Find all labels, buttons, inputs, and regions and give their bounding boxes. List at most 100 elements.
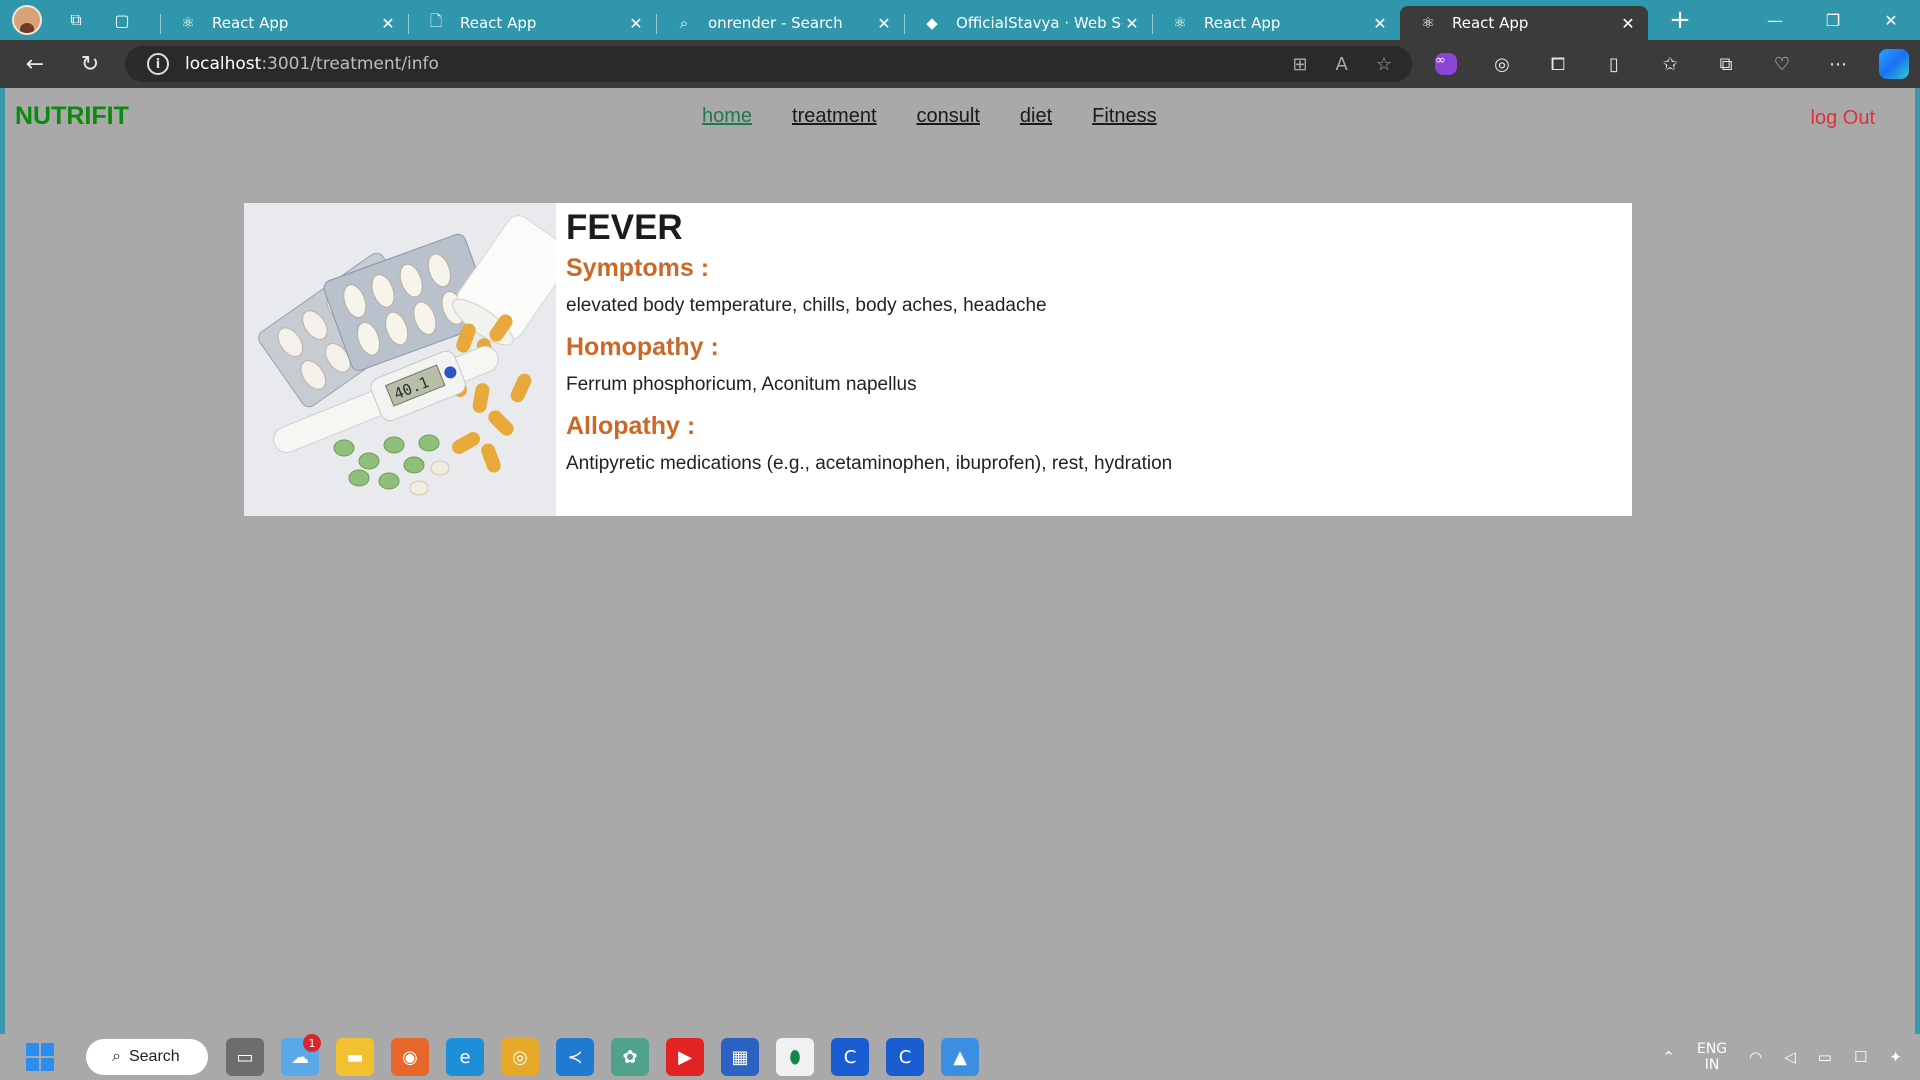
app-c-icon[interactable]: C — [831, 1038, 869, 1076]
taskbar-search-label: Search — [128, 1048, 180, 1065]
treatment-card: 40.1 FEVER Symptoms : elevated body temp… — [244, 203, 1632, 516]
task-view-icon[interactable]: ▭ — [226, 1038, 264, 1076]
browser-tab[interactable]: ⌕ onrender - Search ✕ — [656, 6, 904, 40]
browser-tab[interactable]: ◆ OfficialStavya · Web Serv✕ — [904, 6, 1152, 40]
browser-tab[interactable]: 🗋 React App ✕ — [408, 6, 656, 40]
minimize-icon[interactable]: — — [1746, 0, 1804, 40]
collections-icon[interactable]: ⧉ — [1710, 48, 1742, 80]
homeopathy-heading: Homopathy : — [566, 333, 719, 361]
favorite-star-icon[interactable]: ☆ — [1376, 54, 1392, 75]
favorites-icon[interactable]: ✩ — [1654, 48, 1686, 80]
react-icon: ⚛ — [181, 14, 195, 32]
windows-taskbar: ⌕ Search ▭ ☁ 1 ▬ ◉ e ◎ ≺ ✿ ▶ ▦ ⬮ C C ▲ ⌃ E… — [0, 1034, 1920, 1080]
site-info-icon[interactable]: i — [147, 53, 169, 75]
browser-tab-active[interactable]: ⚛ React App ✕ — [1400, 6, 1648, 40]
file-explorer-icon[interactable]: ▬ — [336, 1038, 374, 1076]
close-icon[interactable]: ✕ — [626, 14, 646, 33]
taskbar-search[interactable]: ⌕ Search — [86, 1039, 208, 1075]
page-icon: 🗋 — [429, 11, 443, 30]
extension-purple-icon[interactable]: ∞ — [1430, 48, 1462, 80]
browser-essentials-icon[interactable]: ♡ — [1766, 48, 1798, 80]
mongodb-icon[interactable]: ⬮ — [776, 1038, 814, 1076]
notification-icon[interactable]: ☐ — [1854, 1048, 1867, 1066]
tab-separator — [160, 14, 161, 34]
tab-title: React App — [1204, 14, 1281, 32]
start-tile — [41, 1058, 54, 1071]
chatgpt-icon[interactable]: ✿ — [611, 1038, 649, 1076]
refresh-icon[interactable]: ↻ — [70, 44, 110, 84]
copilot-logo-icon — [1879, 49, 1909, 79]
logout-link[interactable]: log Out — [1811, 107, 1875, 130]
browser-tab[interactable]: ⚛ React App ✕ — [160, 6, 408, 40]
address-bar-actions: ⊞ A ☆ — [1292, 54, 1392, 75]
chrome-icon[interactable]: ◎ — [501, 1038, 539, 1076]
chevron-up-icon[interactable]: ⌃ — [1662, 1048, 1675, 1066]
medicine-image: 40.1 — [244, 203, 556, 516]
tab-separator — [656, 14, 657, 34]
app-available-icon[interactable]: ⊞ — [1292, 54, 1307, 75]
allopathy-heading: Allopathy : — [566, 412, 696, 440]
more-options-icon[interactable]: ⋯ — [1822, 48, 1854, 80]
nav-diet[interactable]: diet — [1020, 105, 1052, 128]
extensions-icon[interactable]: ⧠ — [1542, 48, 1574, 80]
nav-consult[interactable]: consult — [917, 105, 980, 128]
weather-icon[interactable]: ☁ 1 — [281, 1034, 321, 1076]
close-icon[interactable]: ✕ — [1618, 14, 1638, 33]
back-icon[interactable]: ← — [15, 44, 55, 84]
address-bar[interactable]: i localhost:3001/treatment/info ⊞ A ☆ — [125, 46, 1412, 82]
language-indicator[interactable]: ENG IN — [1697, 1041, 1727, 1073]
react-icon: ⚛ — [1173, 14, 1187, 32]
app-c2-icon[interactable]: C — [886, 1038, 924, 1076]
battery-icon[interactable]: ▭ — [1818, 1048, 1832, 1066]
youtube-icon[interactable]: ▶ — [666, 1038, 704, 1076]
copilot-taskbar-icon[interactable]: ✦ — [1889, 1048, 1902, 1066]
lang-top: ENG — [1696, 1041, 1728, 1057]
photos-icon[interactable]: ▲ — [941, 1038, 979, 1076]
volume-icon[interactable]: ◁ — [1784, 1048, 1796, 1066]
split-screen-icon[interactable]: ▯ — [1598, 48, 1630, 80]
workspaces-icon[interactable]: ⧉ — [64, 8, 88, 32]
render-icon: ◆ — [926, 14, 938, 32]
restore-icon[interactable]: ❐ — [1804, 0, 1862, 40]
tab-bar-left: ⧉ ▢ — [0, 0, 160, 40]
nav-treatment[interactable]: treatment — [792, 105, 876, 128]
system-tray: ⌃ ENG IN ◠ ◁ ▭ ☐ ✦ — [1662, 1034, 1902, 1080]
start-tile — [26, 1043, 39, 1056]
copilot-icon[interactable] — [1878, 48, 1910, 80]
start-icon[interactable] — [26, 1043, 54, 1071]
firefox-icon[interactable]: ◉ — [391, 1038, 429, 1076]
new-tab-button[interactable]: + — [1660, 5, 1700, 35]
target-icon[interactable]: ◎ — [1486, 48, 1518, 80]
wifi-icon[interactable]: ◠ — [1749, 1048, 1762, 1066]
close-icon[interactable]: ✕ — [874, 14, 894, 33]
symptoms-text: elevated body temperature, chills, body … — [566, 295, 1047, 316]
edge-icon[interactable]: e — [446, 1038, 484, 1076]
react-icon: ⚛ — [1421, 14, 1435, 32]
close-icon[interactable]: ✕ — [378, 14, 398, 33]
tab-separator — [408, 14, 409, 34]
browser-tools: ∞ ◎ ⧠ ▯ ✩ ⧉ ♡ ⋯ — [1430, 48, 1910, 80]
tab-separator — [904, 14, 905, 34]
browser-toolbar: ← ↻ i localhost:3001/treatment/info ⊞ A … — [0, 40, 1920, 88]
browser-tab[interactable]: ⚛ React App ✕ — [1152, 6, 1400, 40]
pills-thermometer-illustration: 40.1 — [244, 203, 556, 516]
vscode-icon[interactable]: ≺ — [556, 1038, 594, 1076]
profile-avatar[interactable] — [12, 5, 42, 35]
tab-actions-icon[interactable]: ▢ — [110, 8, 134, 32]
close-window-icon[interactable]: ✕ — [1862, 0, 1920, 40]
extension-badge-icon: ∞ — [1435, 53, 1457, 75]
tab-title: onrender - Search — [708, 14, 843, 32]
read-aloud-icon[interactable]: A — [1336, 54, 1348, 75]
brand-logo[interactable]: NUTRIFIT — [15, 102, 129, 131]
nav-home[interactable]: home — [702, 105, 752, 128]
close-icon[interactable]: ✕ — [1370, 14, 1390, 33]
disease-title: FEVER — [566, 208, 683, 247]
url-host: localhost — [185, 54, 262, 74]
store-icon[interactable]: ▦ — [721, 1038, 759, 1076]
browser-tab-bar: ⧉ ▢ ⚛ React App ✕ 🗋 React App ✕ ⌕ onrender - … — [0, 0, 1920, 40]
web-page: NUTRIFIT home treatment consult diet Fit… — [5, 88, 1915, 1078]
tab-title: React App — [460, 14, 537, 32]
close-icon[interactable]: ✕ — [1122, 14, 1142, 33]
url-text[interactable]: localhost:3001/treatment/info — [185, 54, 439, 74]
nav-fitness[interactable]: Fitness — [1092, 105, 1156, 128]
